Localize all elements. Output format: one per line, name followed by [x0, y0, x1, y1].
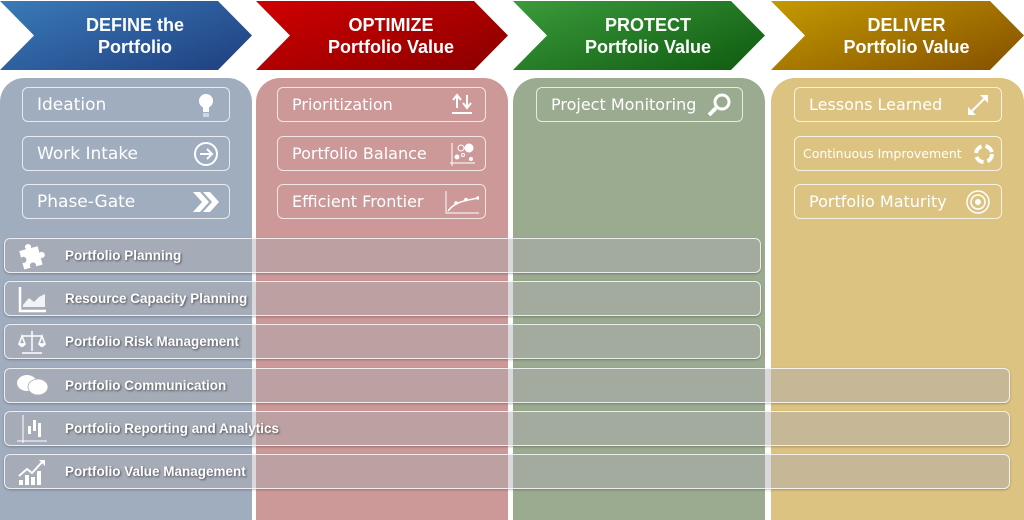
chevron-protect: PROTECT Portfolio Value [513, 1, 765, 70]
project-monitoring-box[interactable]: Project Monitoring [536, 87, 743, 122]
arrow-circle-right-icon [194, 142, 218, 166]
deliver-title-2: Portfolio Value [843, 36, 970, 57]
chevron-deliver: DELIVER Portfolio Value [771, 1, 1024, 70]
optimize-title-1: OPTIMIZE [348, 14, 434, 35]
area-chart-icon [18, 287, 46, 313]
chevron-define: DEFINE the Portfolio [0, 1, 252, 70]
box-label: Portfolio Maturity [809, 192, 947, 211]
chevron-optimize: OPTIMIZE Portfolio Value [256, 1, 508, 70]
optimize-title-2: Portfolio Value [327, 36, 455, 57]
bar-chart-icon [17, 415, 47, 443]
portfolio-balance-box[interactable]: Portfolio Balance [277, 136, 486, 171]
box-label: Phase-Gate [37, 191, 136, 212]
prioritization-box[interactable]: Prioritization [277, 87, 486, 122]
bar-portfolio-value-management[interactable]: Portfolio Value Management [4, 454, 1010, 489]
lightbulb-icon [199, 94, 213, 117]
box-label: Project Monitoring [551, 95, 697, 114]
expand-arrows-icon [968, 95, 988, 115]
bar-label: Portfolio Reporting and Analytics [65, 421, 280, 436]
work-intake-box[interactable]: Work Intake [22, 136, 230, 171]
lessons-learned-box[interactable]: Lessons Learned [794, 87, 1002, 122]
box-label: Prioritization [292, 95, 393, 114]
bubble-chart-icon [450, 143, 475, 166]
bar-portfolio-communication[interactable]: Portfolio Communication [4, 368, 1010, 403]
double-chevron-right-icon [193, 192, 219, 212]
target-icon [966, 190, 990, 214]
speech-bubbles-icon [17, 375, 49, 396]
portfolio-maturity-box[interactable]: Portfolio Maturity [794, 184, 1002, 219]
box-label: Ideation [37, 94, 107, 115]
bar-label: Portfolio Planning [65, 248, 182, 263]
box-label: Efficient Frontier [292, 192, 424, 211]
bar-resource-capacity-planning[interactable]: Resource Capacity Planning [4, 281, 761, 316]
box-label: Lessons Learned [809, 95, 943, 114]
protect-title-2: Portfolio Value [584, 36, 712, 57]
scales-icon [17, 331, 47, 354]
bar-portfolio-risk-management[interactable]: Portfolio Risk Management [4, 324, 761, 359]
bar-label: Resource Capacity Planning [65, 291, 248, 306]
continuous-improvement-box[interactable]: Continuous Improvement [794, 136, 1002, 171]
sort-arrows-icon [452, 93, 472, 114]
bar-label: Portfolio Risk Management [65, 334, 240, 349]
cycle-arrows-icon [974, 144, 994, 164]
box-label: Continuous Improvement [803, 146, 962, 161]
bar-portfolio-planning[interactable]: Portfolio Planning [4, 238, 761, 273]
protect-title-1: PROTECT [604, 14, 691, 35]
efficient-frontier-box[interactable]: Efficient Frontier [277, 184, 486, 219]
phase-gate-box[interactable]: Phase-Gate [22, 184, 230, 219]
ideation-box[interactable]: Ideation [22, 87, 230, 122]
box-label: Portfolio Balance [292, 144, 427, 163]
frontier-curve-icon [445, 191, 479, 214]
deliver-title-1: DELIVER [867, 14, 946, 35]
define-title-1: DEFINE the [85, 14, 184, 35]
magnifier-icon [707, 93, 731, 117]
define-title-2: Portfolio [98, 36, 172, 57]
bar-label: Portfolio Communication [65, 378, 227, 393]
box-label: Work Intake [37, 143, 139, 164]
bar-portfolio-reporting-analytics[interactable]: Portfolio Reporting and Analytics [4, 411, 1010, 446]
growth-chart-icon [18, 460, 45, 485]
bar-label: Portfolio Value Management [65, 464, 246, 479]
puzzle-icon [19, 244, 45, 270]
